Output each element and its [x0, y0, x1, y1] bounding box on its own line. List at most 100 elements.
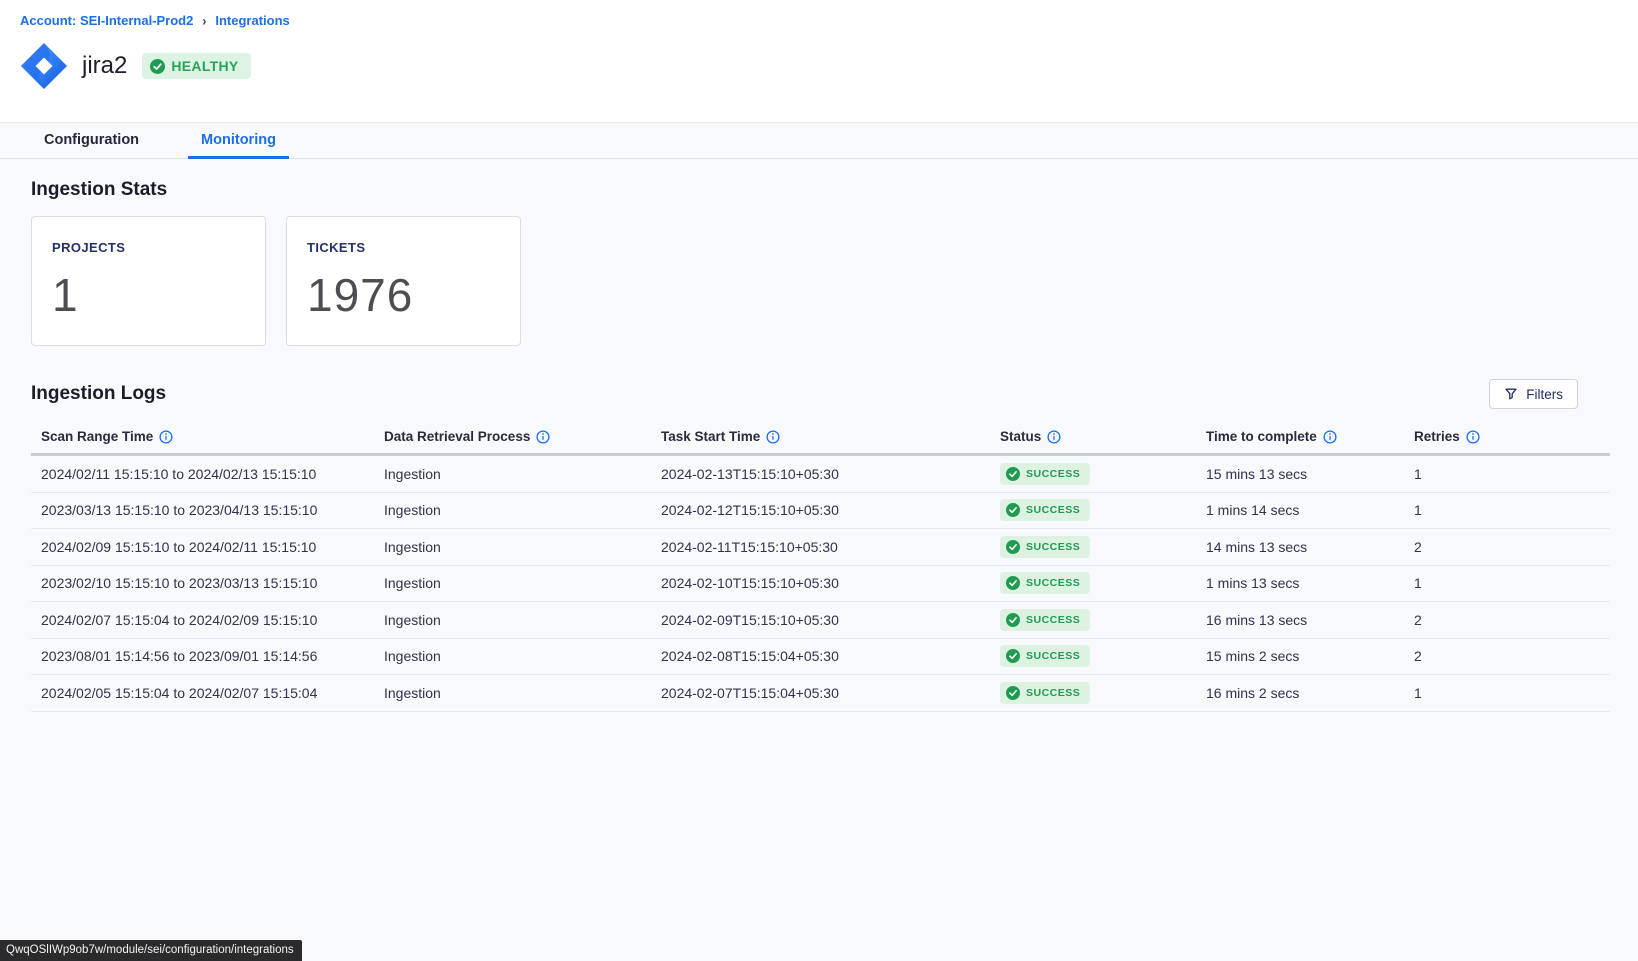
status-badge: SUCCESS — [1000, 463, 1090, 485]
column-label: Task Start Time — [661, 429, 760, 444]
status-badge-label: SUCCESS — [1026, 614, 1080, 626]
cell-data-retrieval-process: Ingestion — [374, 648, 651, 664]
page-title: jira2 — [82, 52, 127, 80]
info-icon[interactable] — [1466, 430, 1480, 444]
cell-scan-range-time: 2023/02/10 15:15:10 to 2023/03/13 15:15:… — [31, 575, 374, 591]
column-header-retries: Retries — [1404, 429, 1610, 444]
info-icon[interactable] — [536, 430, 550, 444]
cell-retries: 2 — [1404, 648, 1610, 664]
cell-status: SUCCESS — [990, 499, 1196, 521]
health-badge-label: HEALTHY — [171, 58, 238, 74]
table-row: 2024/02/05 15:15:04 to 2024/02/07 15:15:… — [31, 675, 1610, 712]
ingestion-logs-header-row: Ingestion Logs Filters — [31, 379, 1608, 409]
column-label: Data Retrieval Process — [384, 429, 530, 444]
page-header: Account: SEI-Internal-Prod2 ›​ Integrati… — [0, 0, 1638, 123]
check-circle-icon — [1006, 686, 1020, 700]
check-circle-icon — [1006, 540, 1020, 554]
info-icon[interactable] — [766, 430, 780, 444]
cell-status: SUCCESS — [990, 536, 1196, 558]
table-row: 2024/02/09 15:15:10 to 2024/02/11 15:15:… — [31, 529, 1610, 566]
table-header-row: Scan Range Time Data Retrieval Process T… — [31, 423, 1610, 456]
health-status-badge: HEALTHY — [142, 53, 250, 79]
status-badge-label: SUCCESS — [1026, 468, 1080, 480]
info-icon[interactable] — [159, 430, 173, 444]
check-circle-icon — [1006, 613, 1020, 627]
status-url-tooltip: QwqOSlIWp9ob7w/module/sei/configuration/… — [0, 940, 302, 961]
status-badge-label: SUCCESS — [1026, 687, 1080, 699]
check-circle-icon — [1006, 503, 1020, 517]
check-circle-icon — [1006, 576, 1020, 590]
cell-data-retrieval-process: Ingestion — [374, 612, 651, 628]
status-badge-label: SUCCESS — [1026, 504, 1080, 516]
status-badge: SUCCESS — [1000, 645, 1090, 667]
cell-status: SUCCESS — [990, 682, 1196, 704]
info-icon[interactable] — [1323, 430, 1337, 444]
info-icon[interactable] — [1047, 430, 1061, 444]
filters-button[interactable]: Filters — [1489, 379, 1578, 409]
filter-funnel-icon — [1504, 387, 1518, 401]
cell-retries: 1 — [1404, 502, 1610, 518]
column-label: Status — [1000, 429, 1041, 444]
table-row: 2023/02/10 15:15:10 to 2023/03/13 15:15:… — [31, 566, 1610, 603]
column-header-task-start-time: Task Start Time — [651, 429, 990, 444]
cell-time-to-complete: 15 mins 13 secs — [1196, 466, 1404, 482]
cell-retries: 2 — [1404, 612, 1610, 628]
cell-retries: 1 — [1404, 575, 1610, 591]
cell-time-to-complete: 1 mins 14 secs — [1196, 502, 1404, 518]
table-body: 2024/02/11 15:15:10 to 2024/02/13 15:15:… — [31, 456, 1610, 712]
cell-time-to-complete: 16 mins 13 secs — [1196, 612, 1404, 628]
ingestion-stats-heading: Ingestion Stats — [31, 179, 1608, 201]
stat-label: PROJECTS — [52, 240, 245, 255]
check-circle-icon — [150, 59, 165, 74]
cell-scan-range-time: 2024/02/11 15:15:10 to 2024/02/13 15:15:… — [31, 466, 374, 482]
tab-configuration[interactable]: Configuration — [31, 124, 152, 159]
status-badge: SUCCESS — [1000, 682, 1090, 704]
status-badge-label: SUCCESS — [1026, 577, 1080, 589]
table-row: 2024/02/07 15:15:04 to 2024/02/09 15:15:… — [31, 602, 1610, 639]
table-row: 2024/02/11 15:15:10 to 2024/02/13 15:15:… — [31, 456, 1610, 493]
breadcrumb-account-link[interactable]: Account: SEI-Internal-Prod2 — [20, 13, 193, 28]
cell-task-start-time: 2024-02-07T15:15:04+05:30 — [651, 685, 990, 701]
cell-task-start-time: 2024-02-10T15:15:10+05:30 — [651, 575, 990, 591]
stat-value: 1 — [52, 268, 245, 322]
cell-scan-range-time: 2024/02/07 15:15:04 to 2024/02/09 15:15:… — [31, 612, 374, 628]
jira-logo-icon — [20, 42, 68, 90]
cell-time-to-complete: 14 mins 13 secs — [1196, 539, 1404, 555]
breadcrumb: Account: SEI-Internal-Prod2 ›​ Integrati… — [20, 13, 1638, 28]
column-header-scan-range-time: Scan Range Time — [31, 429, 374, 444]
column-label: Scan Range Time — [41, 429, 153, 444]
cell-scan-range-time: 2023/03/13 15:15:10 to 2023/04/13 15:15:… — [31, 502, 374, 518]
status-badge: SUCCESS — [1000, 536, 1090, 558]
column-header-data-retrieval-process: Data Retrieval Process — [374, 429, 651, 444]
cell-time-to-complete: 16 mins 2 secs — [1196, 685, 1404, 701]
cell-status: SUCCESS — [990, 463, 1196, 485]
column-header-status: Status — [990, 429, 1196, 444]
cell-data-retrieval-process: Ingestion — [374, 502, 651, 518]
ingestion-logs-table: Scan Range Time Data Retrieval Process T… — [31, 423, 1610, 712]
cell-data-retrieval-process: Ingestion — [374, 539, 651, 555]
ingestion-logs-heading: Ingestion Logs — [31, 383, 166, 405]
cell-scan-range-time: 2023/08/01 15:14:56 to 2023/09/01 15:14:… — [31, 648, 374, 664]
status-badge: SUCCESS — [1000, 572, 1090, 594]
cell-scan-range-time: 2024/02/05 15:15:04 to 2024/02/07 15:15:… — [31, 685, 374, 701]
column-label: Retries — [1414, 429, 1460, 444]
cell-status: SUCCESS — [990, 572, 1196, 594]
column-header-time-to-complete: Time to complete — [1196, 429, 1404, 444]
breadcrumb-integrations-link[interactable]: Integrations — [215, 13, 289, 28]
cell-task-start-time: 2024-02-12T15:15:10+05:30 — [651, 502, 990, 518]
cell-status: SUCCESS — [990, 609, 1196, 631]
table-row: 2023/08/01 15:14:56 to 2023/09/01 15:14:… — [31, 639, 1610, 676]
status-badge: SUCCESS — [1000, 609, 1090, 631]
tabs-bar: Configuration Monitoring — [0, 123, 1638, 159]
check-circle-icon — [1006, 467, 1020, 481]
stat-value: 1976 — [307, 268, 500, 322]
cell-data-retrieval-process: Ingestion — [374, 685, 651, 701]
cell-status: SUCCESS — [990, 645, 1196, 667]
cell-task-start-time: 2024-02-13T15:15:10+05:30 — [651, 466, 990, 482]
table-row: 2023/03/13 15:15:10 to 2023/04/13 15:15:… — [31, 493, 1610, 530]
status-badge-label: SUCCESS — [1026, 650, 1080, 662]
cell-task-start-time: 2024-02-09T15:15:10+05:30 — [651, 612, 990, 628]
status-badge-label: SUCCESS — [1026, 541, 1080, 553]
chevron-right-icon: ›​ — [202, 12, 206, 28]
tab-monitoring[interactable]: Monitoring — [188, 124, 289, 159]
